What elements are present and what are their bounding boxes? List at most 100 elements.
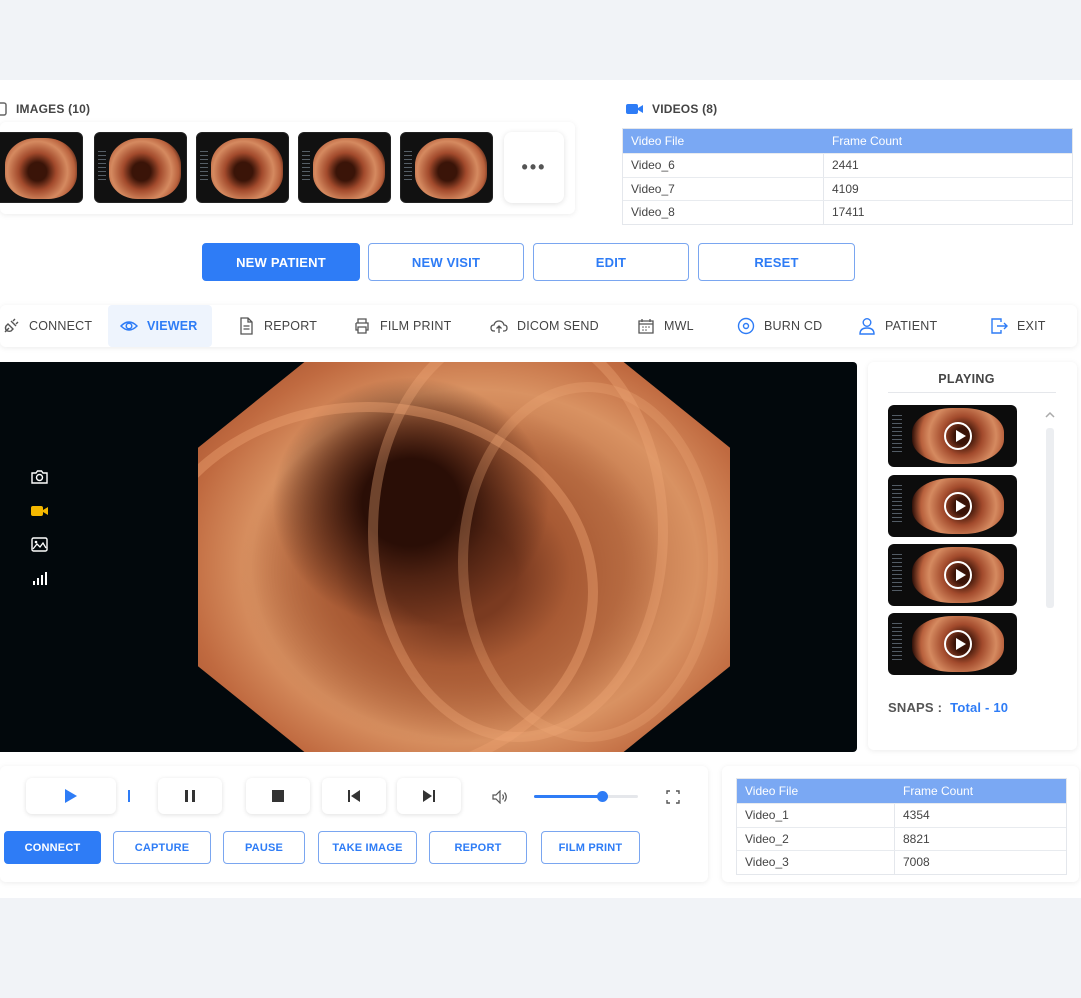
plug-icon	[4, 318, 19, 333]
printer-icon	[355, 318, 369, 334]
videos-section-header: VIDEOS (8)	[626, 102, 717, 116]
app-window: IMAGES (10) ••• VIDEOS (8) Video File Fr…	[0, 80, 1081, 898]
connect-button[interactable]: CONNECT	[4, 831, 101, 864]
skip-back-icon	[348, 790, 360, 802]
toolbar-mwl[interactable]: MWL	[637, 305, 694, 347]
document-icon	[240, 317, 253, 335]
frame-count-cell: 17411	[832, 205, 865, 220]
toolbar-mwl-label: MWL	[664, 319, 694, 333]
toolbar-viewer-label: VIEWER	[147, 319, 198, 333]
video-file-cell: Video_8	[623, 201, 824, 224]
video-file-cell: Video_2	[737, 827, 895, 850]
playback-controls: CONNECT CAPTURE PAUSE TAKE IMAGE REPORT …	[0, 766, 708, 882]
playing-scrollbar[interactable]	[1043, 410, 1057, 680]
toolbar-burn-cd[interactable]: BURN CD	[737, 305, 822, 347]
images-section-title: IMAGES (10)	[16, 102, 91, 116]
image-thumbnail[interactable]	[0, 132, 83, 203]
fullscreen-icon[interactable]	[666, 790, 680, 804]
frame-count-cell: 4109	[832, 181, 859, 196]
edit-button[interactable]: EDIT	[533, 243, 689, 281]
toolbar-connect[interactable]: CONNECT	[2, 305, 92, 347]
report-button[interactable]: REPORT	[429, 831, 527, 864]
pause-button[interactable]	[158, 778, 222, 814]
videos-section-title: VIDEOS (8)	[652, 102, 718, 116]
toolbar-viewer[interactable]: VIEWER	[108, 305, 212, 347]
exit-icon	[991, 318, 1008, 334]
previous-button[interactable]	[322, 778, 386, 814]
endoscope-viewer[interactable]	[0, 362, 857, 752]
film-print-button[interactable]: FILM PRINT	[541, 831, 640, 864]
play-circle-icon[interactable]	[944, 422, 972, 450]
play-circle-icon[interactable]	[944, 630, 972, 658]
table-header: Video File Frame Count	[737, 779, 1066, 803]
more-images-button[interactable]: •••	[504, 132, 564, 203]
table-row[interactable]: Video_1 4354	[737, 803, 1066, 827]
table-row[interactable]: Video_8 17411	[623, 200, 1072, 224]
next-button[interactable]	[397, 778, 461, 814]
table-row[interactable]: Video_2 8821	[737, 826, 1066, 850]
toolbar-dicom-send-label: DICOM SEND	[517, 319, 599, 333]
pause-text-button[interactable]: PAUSE	[223, 831, 305, 864]
playing-video-thumbnail[interactable]	[888, 405, 1017, 467]
volume-slider-knob[interactable]	[596, 791, 608, 802]
toolbar-film-print[interactable]: FILM PRINT	[353, 305, 451, 347]
new-visit-button[interactable]: NEW VISIT	[368, 243, 524, 281]
video-camera-icon	[626, 104, 643, 114]
video-camera-icon[interactable]	[30, 501, 49, 520]
table-row[interactable]: Video_3 7008	[737, 850, 1066, 874]
toolbar-film-print-label: FILM PRINT	[380, 319, 452, 333]
seek-marker[interactable]	[128, 790, 130, 802]
toolbar-patient-label: PATIENT	[885, 319, 938, 333]
playing-video-thumbnail[interactable]	[888, 544, 1017, 606]
signal-bars-icon[interactable]	[30, 569, 49, 588]
images-section-header: IMAGES (10)	[0, 102, 90, 116]
take-image-button[interactable]: TAKE IMAGE	[318, 831, 417, 864]
image-icon	[0, 102, 7, 116]
reset-button[interactable]: RESET	[698, 243, 855, 281]
capture-button[interactable]: CAPTURE	[113, 831, 211, 864]
toolbar-report[interactable]: REPORT	[237, 305, 317, 347]
table-row[interactable]: Video_6 2441	[623, 153, 1072, 177]
toolbar-report-label: REPORT	[264, 319, 318, 333]
endoscope-live-feed	[198, 362, 730, 752]
toolbar-exit[interactable]: EXIT	[990, 305, 1046, 347]
play-circle-icon[interactable]	[944, 561, 972, 589]
bottom-videos-table: Video File Frame Count Video_1 4354 Vide…	[736, 778, 1067, 875]
gallery-icon[interactable]	[30, 535, 49, 554]
toolbar-dicom-send[interactable]: DICOM SEND	[490, 305, 599, 347]
toolbar-burn-cd-label: BURN CD	[764, 319, 823, 333]
frame-count-cell: 7008	[903, 855, 930, 870]
user-icon	[859, 318, 875, 335]
images-strip: •••	[0, 122, 575, 214]
image-thumbnail[interactable]	[298, 132, 391, 203]
stop-icon	[272, 790, 284, 802]
toolbar-exit-label: EXIT	[1017, 319, 1046, 333]
play-button[interactable]	[26, 778, 116, 814]
toolbar-patient[interactable]: PATIENT	[858, 305, 937, 347]
snaps-total: Total - 10	[950, 700, 1009, 715]
snaps-label: SNAPS :	[888, 700, 943, 715]
frame-count-cell: 4354	[903, 808, 930, 823]
play-circle-icon[interactable]	[944, 492, 972, 520]
playing-video-thumbnail[interactable]	[888, 613, 1017, 675]
image-thumbnail[interactable]	[400, 132, 493, 203]
skip-forward-icon	[423, 790, 435, 802]
table-row[interactable]: Video_7 4109	[623, 176, 1072, 200]
video-file-cell: Video_3	[737, 851, 895, 874]
playing-title: PLAYING	[938, 372, 995, 386]
video-file-cell: Video_6	[623, 154, 824, 177]
pause-icon	[185, 790, 195, 802]
disc-icon	[737, 317, 755, 335]
image-thumbnail[interactable]	[196, 132, 289, 203]
image-thumbnail[interactable]	[94, 132, 187, 203]
camera-icon[interactable]	[30, 467, 49, 486]
viewer-side-tools	[30, 467, 49, 588]
scrollbar-thumb[interactable]	[1046, 428, 1054, 608]
playing-video-thumbnail[interactable]	[888, 475, 1017, 537]
playing-panel: PLAYING SNAPS : Total - 10	[868, 362, 1077, 750]
new-patient-button[interactable]: NEW PATIENT	[202, 243, 360, 281]
stop-button[interactable]	[246, 778, 310, 814]
chevron-up-icon[interactable]	[1043, 410, 1057, 420]
volume-slider[interactable]	[534, 791, 638, 802]
volume-icon[interactable]	[492, 790, 508, 804]
